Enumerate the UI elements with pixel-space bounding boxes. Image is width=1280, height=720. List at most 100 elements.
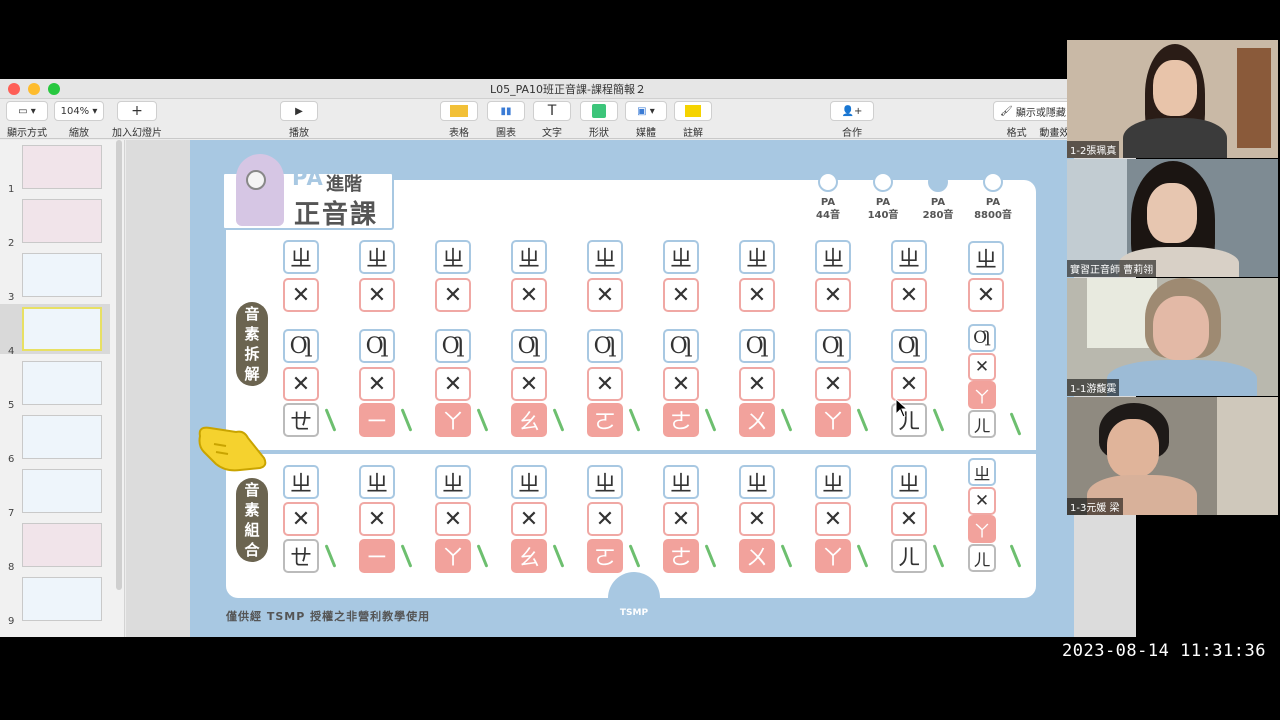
close-window-button[interactable] xyxy=(8,83,20,95)
char: 拆 xyxy=(244,345,260,363)
ending-tile: ㄛ xyxy=(587,539,623,573)
ending-tile: ㄚ xyxy=(968,381,996,409)
slide-thumbnail-5[interactable]: 5 xyxy=(0,361,120,411)
section-label-combine: 音 素 組 合 xyxy=(236,478,268,562)
ending-tile: ㄦ xyxy=(968,410,996,438)
comment-label: 註解 xyxy=(683,128,703,139)
x-tile: ✕ xyxy=(435,278,471,312)
slide-number: 3 xyxy=(8,292,15,303)
x-tile: ✕ xyxy=(587,502,623,536)
logo-course-name: 正音課 xyxy=(294,200,379,230)
stage-label: PA 8800音 xyxy=(963,196,1023,222)
stage-dot xyxy=(928,172,948,192)
participant-video-2[interactable]: 實習正音師 曹莉翎 xyxy=(1067,159,1278,277)
x-tile: ✕ xyxy=(587,367,623,401)
play-button[interactable]: ▶ 播放 xyxy=(280,101,318,139)
zh-tile: ㄓ xyxy=(891,465,927,499)
slide-thumbnail-4[interactable]: 4 xyxy=(0,304,120,357)
zh-tile: ㄓ xyxy=(283,240,319,274)
zh-tile: ㄓ xyxy=(968,241,1004,275)
shape-label: 形狀 xyxy=(589,128,609,139)
ending-tile: ㄨ xyxy=(739,403,775,437)
zoom-label: 縮放 xyxy=(69,128,89,139)
slide-preview xyxy=(22,577,102,621)
zh-tile: ㄓ xyxy=(891,240,927,274)
collaborate-icon: 👤+ xyxy=(830,101,874,121)
slide-number: 6 xyxy=(8,454,15,465)
maximize-window-button[interactable] xyxy=(48,83,60,95)
x-tile: ✕ xyxy=(283,278,319,312)
chart-icon: ▮▮ xyxy=(487,101,525,121)
format-label: 格式 xyxy=(1006,128,1027,139)
stage-label-line: 140音 xyxy=(867,210,899,221)
q-tile: Ƣ xyxy=(891,329,927,363)
logo-advanced: 進階 xyxy=(326,174,362,195)
slide-canvas[interactable]: PA 進階 正音課 PA 44音 PA 140音 PA 280音 PA 8800音 音 素 拆… xyxy=(190,140,1074,637)
slide-thumbnail-7[interactable]: 7 xyxy=(0,469,120,519)
x-tile: ✕ xyxy=(968,487,996,515)
view-label: 顯示方式 xyxy=(7,128,47,139)
zoom-value: 104% ▾ xyxy=(54,101,104,121)
logo-pa: PA xyxy=(292,166,324,190)
license-note: 僅供經 TSMP 授權之非營利教學使用 xyxy=(226,610,431,623)
zoom-menu[interactable]: 104% ▾ 縮放 xyxy=(54,101,104,139)
zh-tile: ㄓ xyxy=(739,465,775,499)
comment-button[interactable]: 註解 xyxy=(674,101,712,139)
slide-thumbnail-1[interactable]: 1 xyxy=(0,145,120,195)
minimize-window-button[interactable] xyxy=(28,83,40,95)
table-button[interactable]: 表格 xyxy=(440,101,478,139)
slide-number: 2 xyxy=(8,238,15,249)
shape-button[interactable]: 形狀 xyxy=(580,101,618,139)
x-tile: ✕ xyxy=(587,278,623,312)
stage-label-line: PA xyxy=(985,197,1001,208)
add-slide-button[interactable]: + 加入幻燈片 xyxy=(112,101,162,139)
q-tile: Ƣ xyxy=(739,329,775,363)
text-button[interactable]: T 文字 xyxy=(533,101,571,139)
play-icon: ▶ xyxy=(280,101,318,121)
face xyxy=(1153,296,1209,360)
zh-tile: ㄓ xyxy=(511,465,547,499)
slide-thumbnail-2[interactable]: 2 xyxy=(0,199,120,249)
text-icon: T xyxy=(533,101,571,121)
media-button[interactable]: ▣ ▾ 媒體 xyxy=(625,101,667,139)
slide-thumbnail-6[interactable]: 6 xyxy=(0,415,120,465)
slide-thumbnail-3[interactable]: 3 xyxy=(0,253,120,303)
zh-tile: ㄓ xyxy=(587,465,623,499)
ending-tile: ㄝ xyxy=(283,539,319,573)
char: 合 xyxy=(244,541,260,559)
char: 音 xyxy=(244,305,260,323)
zh-tile: ㄓ xyxy=(359,240,395,274)
slide-thumbnail-9[interactable]: 9 xyxy=(0,577,120,627)
char: 解 xyxy=(244,365,260,383)
slide-number: 8 xyxy=(8,562,15,573)
collaborate-button[interactable]: 👤+ 合作 xyxy=(830,101,874,139)
participant-video-3[interactable]: 1-1游馥霙 xyxy=(1067,278,1278,396)
ending-tile: ㄧ xyxy=(359,539,395,573)
slide-thumbnail-8[interactable]: 8 xyxy=(0,523,120,573)
x-tile: ✕ xyxy=(663,367,699,401)
mouse-cursor-icon xyxy=(895,398,909,418)
ending-tile: ㄧ xyxy=(359,403,395,437)
zh-tile: ㄓ xyxy=(283,465,319,499)
x-tile: ✕ xyxy=(739,278,775,312)
ending-tile: ㄚ xyxy=(435,403,471,437)
participant-video-1[interactable]: 1-2張珮真 xyxy=(1067,40,1278,158)
ending-tile: ㄚ xyxy=(815,403,851,437)
q-tile: Ƣ xyxy=(359,329,395,363)
chart-button[interactable]: ▮▮ 圖表 xyxy=(487,101,525,139)
mascot-illustration xyxy=(236,154,284,226)
x-tile: ✕ xyxy=(739,502,775,536)
ending-tile: ㄚ xyxy=(968,515,996,543)
ending-tile: ㄚ xyxy=(435,539,471,573)
view-menu[interactable]: ▭ ▾ 顯示方式 xyxy=(6,101,48,139)
ending-tile: ㄨ xyxy=(739,539,775,573)
stage-label-line: 8800音 xyxy=(974,210,1012,221)
tsmp-logo: TSMP xyxy=(608,572,660,624)
animate-label: 動畫效 xyxy=(1039,128,1070,139)
ending-tile: ㄜ xyxy=(663,403,699,437)
text-label: 文字 xyxy=(542,128,562,139)
zh-tile: ㄓ xyxy=(511,240,547,274)
collaborate-label: 合作 xyxy=(842,128,862,139)
participant-video-4[interactable]: 1-3元媛 梁 xyxy=(1067,397,1278,515)
play-label: 播放 xyxy=(289,128,309,139)
